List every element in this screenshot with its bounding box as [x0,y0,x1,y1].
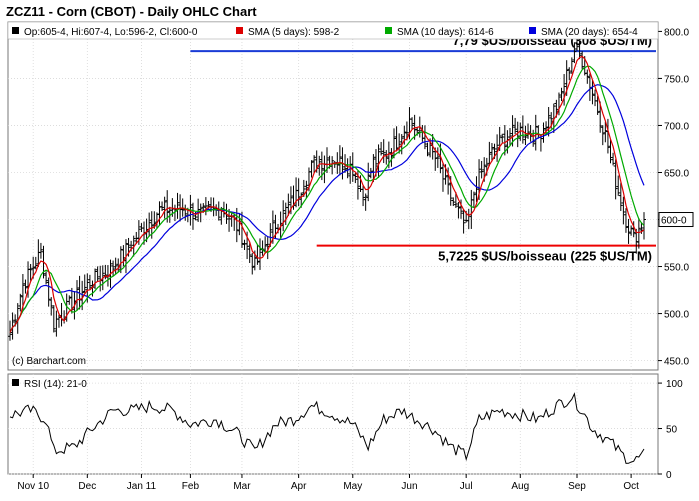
chart-canvas: ZCZ11 - Corn (CBOT) - Daily OHLC Chart 7… [6,4,694,492]
price-axis: 450.0500.0550.0600.0650.0700.0750.0800.0 [658,27,689,368]
x-tick-label: Jan 11 [127,481,157,492]
rsi-panel-frame [7,373,659,475]
x-tick-label: May [343,481,362,492]
x-axis: Nov 10 Dec Jan 11 Feb Mar Apr May Jun Jul Aug Sep O… [17,474,639,492]
x-tick-label: Apr [291,481,307,492]
rsi-panel: 0 50 100 RSI (14): 21-0 [7,373,683,481]
x-tick-label: Sep [568,481,586,492]
price-tick-label: 550.0 [664,263,689,274]
sma5-legend-swatch [236,27,243,34]
rsi-tick-label: 0 [666,470,672,481]
x-tick-label: Nov 10 [17,481,49,492]
x-tick-label: Feb [182,481,200,492]
rsi-axis: 0 50 100 [658,379,683,481]
x-tick-label: Jun [401,481,417,492]
x-tick-label: Mar [233,481,251,492]
price-panel-frame [7,21,659,371]
sma10-legend-swatch [385,27,392,34]
x-tick-label: Jul [460,481,473,492]
chart-credit: (c) Barchart.com [12,356,86,367]
rsi-legend-swatch [12,379,19,386]
price-tick-label: 450.0 [664,357,689,368]
sma20-legend-text: SMA (20 days): 654-4 [541,27,638,38]
rsi-legend-text: RSI (14): 21-0 [24,379,87,390]
last-price-label: 600-0 [661,216,687,227]
price-panel: 7,79 $US/boisseau (308 $US/TM)5,7225 $US… [7,21,694,371]
last-price-tag: 600-0 [658,212,694,228]
price-tick-label: 650.0 [664,168,689,179]
price-tick-label: 700.0 [664,121,689,132]
rsi-tick-label: 50 [666,425,678,436]
x-tick-label: Oct [623,481,639,492]
sma10-legend-text: SMA (10 days): 614-6 [397,27,494,38]
price-tick-label: 800.0 [664,27,689,38]
price-tick-label: 500.0 [664,310,689,321]
legend-bar: Op:605-4, Hi:607-4, Lo:596-2, Cl:600-0 S… [7,21,659,40]
x-tick-label: Dec [78,481,96,492]
sma20-legend-swatch [529,27,536,34]
sma5-legend-text: SMA (5 days): 598-2 [248,27,340,38]
ohlc-legend-text: Op:605-4, Hi:607-4, Lo:596-2, Cl:600-0 [24,27,198,38]
price-tick-label: 750.0 [664,74,689,85]
x-tick-label: Aug [511,481,529,492]
chart-title: ZCZ11 - Corn (CBOT) - Daily OHLC Chart [6,4,257,19]
annotation-label: 5,7225 $US/boisseau (225 $US/TM) [438,249,652,264]
rsi-tick-label: 100 [666,379,683,390]
ohlc-legend-swatch [12,27,19,34]
